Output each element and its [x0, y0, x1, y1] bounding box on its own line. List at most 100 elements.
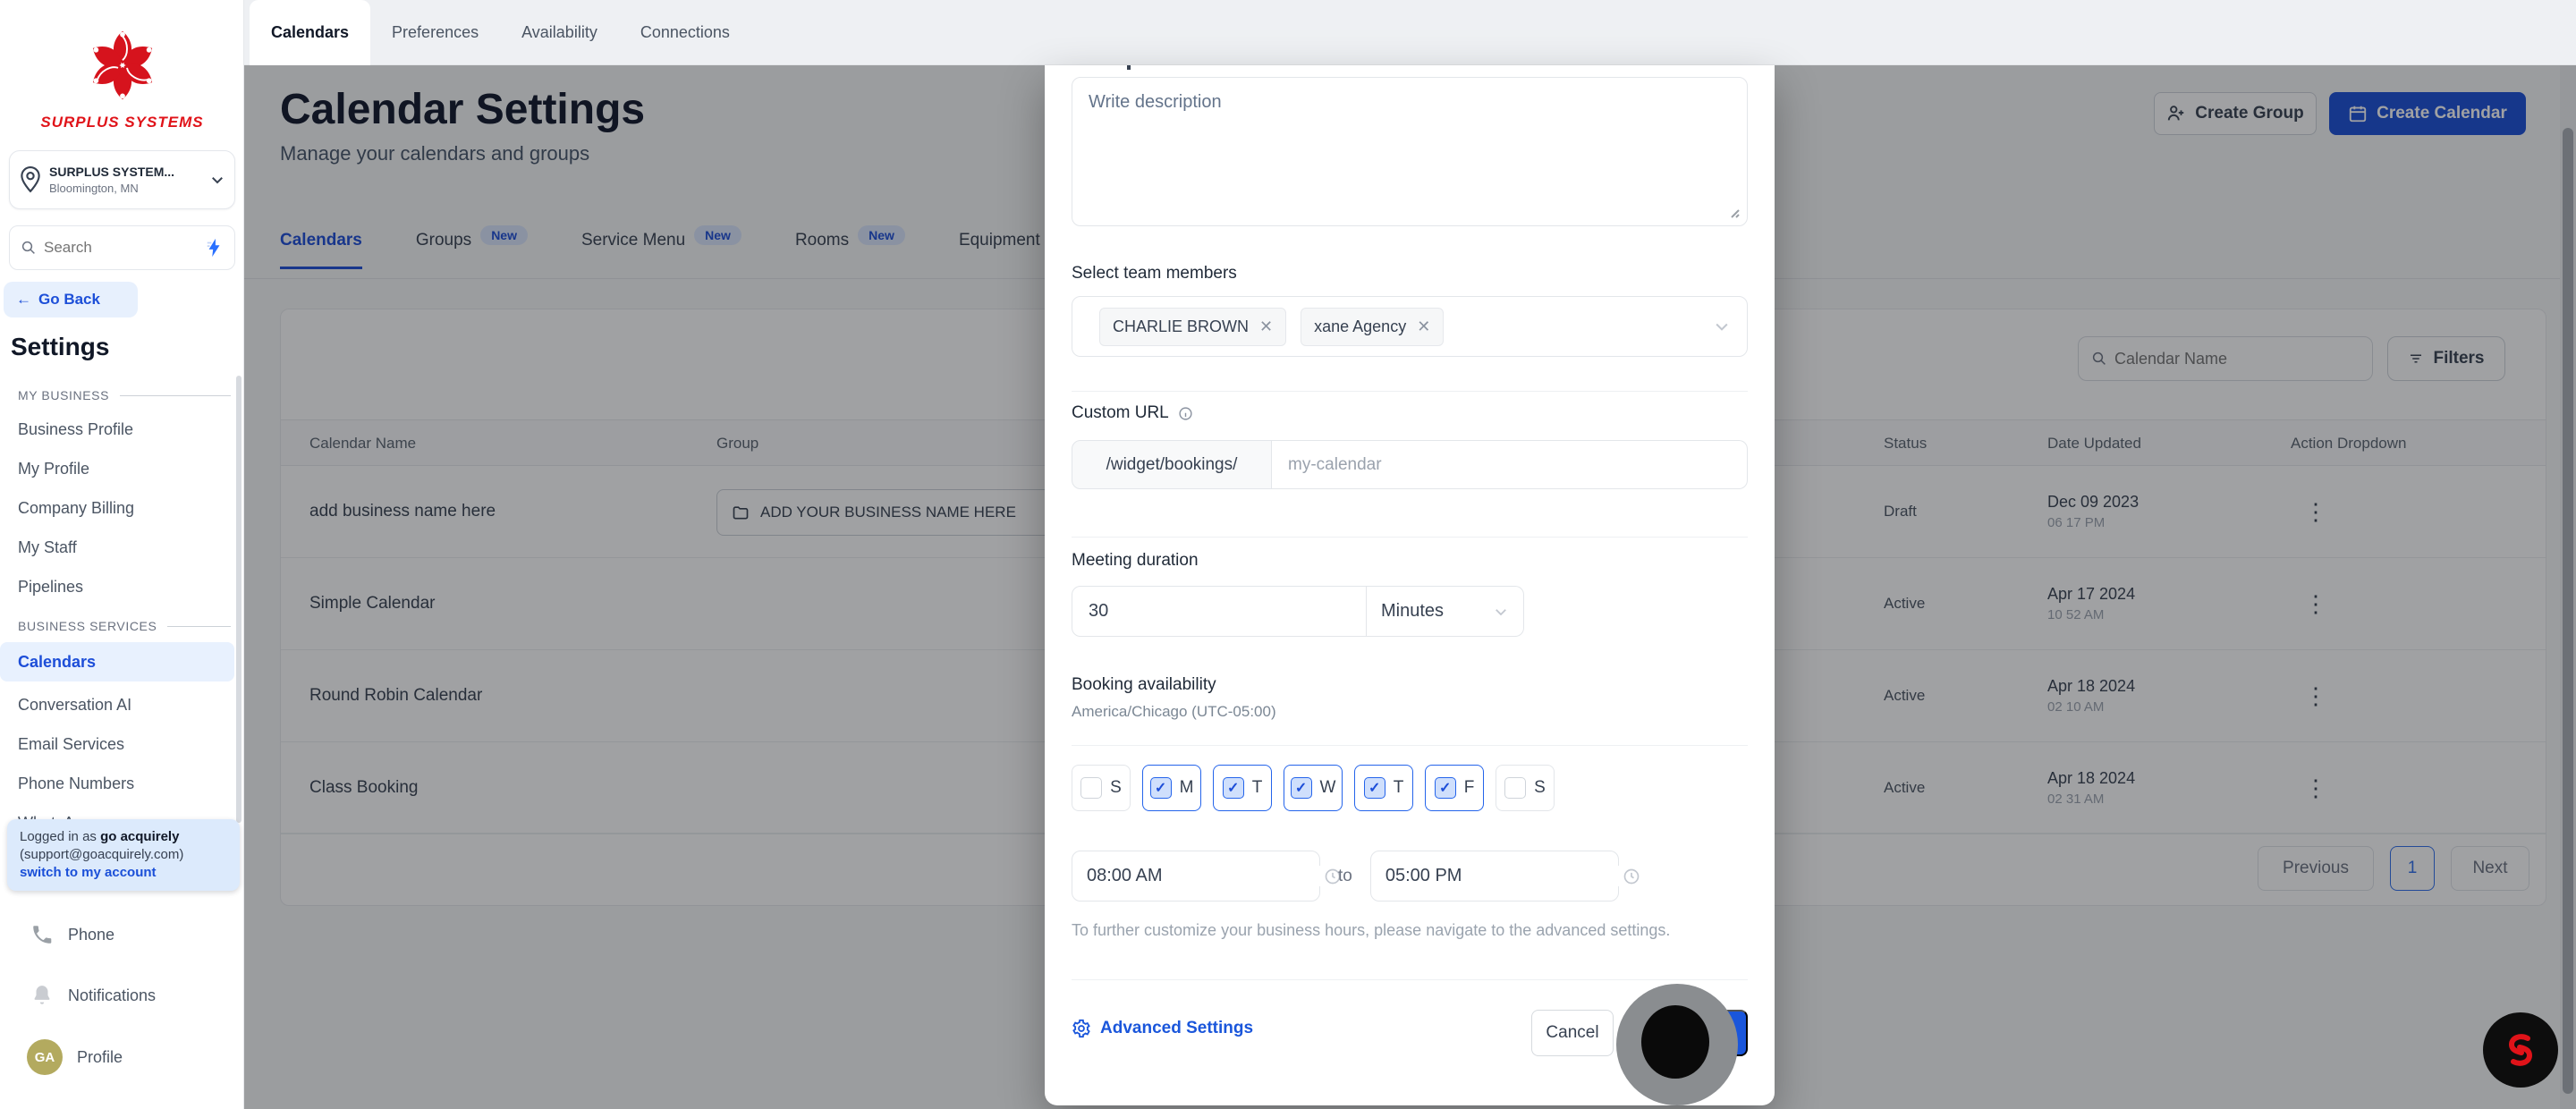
checkbox-icon: ✓: [1290, 777, 1312, 799]
divider: [1072, 745, 1748, 746]
chevron-down-icon: [1493, 604, 1509, 620]
checkbox-icon: ✓: [1504, 777, 1527, 799]
location-switcher[interactable]: SURPLUS SYSTEM... Bloomington, MN: [9, 150, 235, 209]
top-tab-strip: Calendars Preferences Availability Conne…: [244, 0, 2576, 65]
chevron-down-icon: [209, 172, 225, 188]
custom-url-input[interactable]: [1272, 440, 1748, 489]
back-arrow-icon: ←: [16, 291, 31, 308]
chevron-down-icon: [1713, 317, 1731, 335]
sidebar-item-email-services[interactable]: Email Services: [0, 724, 234, 764]
go-back-button[interactable]: ← Go Back: [4, 282, 138, 317]
duration-unit-select[interactable]: Minutes: [1367, 586, 1524, 637]
sidebar-item-calendars[interactable]: Calendars: [0, 642, 234, 681]
bolt-icon: [206, 238, 224, 258]
location-name: SURPLUS SYSTEM...: [49, 165, 175, 179]
custom-url-group: /widget/bookings/: [1072, 440, 1748, 489]
logged-in-tooltip: Logged in as go acquirely (support@goacq…: [7, 819, 240, 891]
top-tab-connections[interactable]: Connections: [619, 0, 751, 65]
day-toggle-saturday[interactable]: ✓S: [1496, 765, 1555, 811]
sidebar: SURPLUS SYSTEMS SURPLUS SYSTEM... Bloomi…: [0, 0, 244, 1109]
remove-chip-icon[interactable]: ✕: [1259, 317, 1273, 336]
info-icon: [1178, 406, 1193, 421]
day-toggle-friday[interactable]: ✓ F: [1425, 765, 1484, 811]
location-city: Bloomington, MN: [49, 182, 139, 195]
notifications-label: Notifications: [68, 986, 157, 1004]
sidebar-scrollbar[interactable]: [236, 376, 242, 823]
sidebar-item-my-profile[interactable]: My Profile: [0, 449, 234, 488]
brand-logo: SURPLUS SYSTEMS: [0, 27, 244, 131]
click-indicator-dot: [1641, 1005, 1709, 1079]
cancel-button[interactable]: Cancel: [1531, 1010, 1614, 1056]
map-pin-icon: [19, 166, 42, 193]
range-separator: to: [1338, 866, 1352, 885]
search-icon: [21, 240, 37, 256]
advanced-settings-label: Advanced Settings: [1100, 1019, 1254, 1037]
bell-icon: [30, 984, 54, 1007]
sidebar-title: Settings: [11, 333, 110, 360]
meeting-duration-label: Meeting duration: [1072, 551, 1199, 570]
end-time-input[interactable]: [1369, 851, 1640, 902]
team-member-chip: CHARLIE BROWN ✕: [1099, 307, 1287, 346]
brand-logo-text: SURPLUS SYSTEMS: [40, 114, 204, 131]
checkbox-icon: ✓: [1222, 777, 1244, 799]
floating-brand-widget-button[interactable]: [2483, 1012, 2558, 1088]
start-time-input[interactable]: [1072, 851, 1341, 902]
divider: [1072, 537, 1748, 538]
phone-label: Phone: [68, 925, 115, 944]
day-toggle-tuesday[interactable]: ✓ T: [1213, 765, 1272, 811]
url-prefix: /widget/bookings/: [1072, 440, 1272, 489]
checkbox-icon: ✓: [1080, 777, 1103, 799]
description-textarea[interactable]: [1072, 77, 1748, 226]
switch-account-link[interactable]: switch to my account: [20, 865, 157, 880]
divider: [1072, 391, 1748, 392]
booking-availability-label: Booking availability: [1072, 675, 1216, 694]
sidebar-item-conversation-ai[interactable]: Conversation AI: [0, 685, 234, 724]
brand-logo-mark: [92, 30, 152, 100]
clock-icon: [1623, 868, 1640, 885]
section-my-business: MY BUSINESS: [18, 388, 231, 402]
resize-handle-icon[interactable]: [1726, 205, 1741, 219]
profile-label: Profile: [77, 1047, 123, 1066]
timezone-label: America/Chicago (UTC-05:00): [1072, 703, 1276, 720]
sidebar-search[interactable]: [9, 225, 235, 270]
app-window: Calendars Preferences Availability Conne…: [0, 0, 2576, 1109]
sidebar-search-input[interactable]: [44, 239, 206, 257]
sidebar-item-phone-numbers[interactable]: Phone Numbers: [0, 764, 234, 803]
sidebar-item-my-staff[interactable]: My Staff: [0, 528, 234, 567]
advanced-settings-link[interactable]: Advanced Settings: [1072, 1019, 1253, 1038]
weekday-picker: ✓S ✓M ✓T ✓W ✓T ✓F ✓S: [1072, 765, 1555, 811]
top-tab-preferences[interactable]: Preferences: [370, 0, 500, 65]
team-member-chip: xane Agency ✕: [1301, 307, 1445, 346]
duration-input[interactable]: [1072, 586, 1367, 637]
checkbox-icon: ✓: [1363, 777, 1385, 799]
sidebar-profile[interactable]: GA Profile: [0, 1039, 244, 1075]
sidebar-item-business-profile[interactable]: Business Profile: [0, 410, 234, 449]
clipped-label-fragment: [1127, 65, 1131, 70]
calendar-create-modal: Select team members CHARLIE BROWN✕ xane …: [1045, 65, 1775, 1105]
brand-s-icon: [2508, 1034, 2533, 1066]
checkbox-icon: ✓: [1434, 777, 1456, 799]
remove-chip-icon[interactable]: ✕: [1417, 317, 1430, 336]
team-members-label: Select team members: [1072, 264, 1237, 283]
sidebar-item-pipelines[interactable]: Pipelines: [0, 567, 234, 606]
phone-icon: [30, 923, 54, 946]
avatar: GA: [27, 1039, 63, 1075]
divider: [1072, 979, 1748, 980]
day-toggle-monday[interactable]: ✓ M: [1142, 765, 1201, 811]
sidebar-item-company-billing[interactable]: Company Billing: [0, 488, 234, 528]
sidebar-notifications[interactable]: Notifications: [0, 984, 244, 1007]
sidebar-phone[interactable]: Phone: [0, 923, 244, 946]
checkbox-icon: ✓: [1149, 777, 1172, 799]
top-tab-availability[interactable]: Availability: [500, 0, 619, 65]
day-toggle-thursday[interactable]: ✓ T: [1354, 765, 1413, 811]
hours-range: to: [1072, 851, 1640, 902]
day-toggle-wednesday[interactable]: ✓ W: [1284, 765, 1343, 811]
hours-note: To further customize your business hours…: [1072, 921, 1671, 939]
team-members-select[interactable]: CHARLIE BROWN ✕ xane Agency ✕: [1072, 296, 1748, 357]
gear-icon: [1072, 1019, 1091, 1038]
duration-group: Minutes: [1072, 586, 1524, 637]
custom-url-label: Custom URL: [1072, 403, 1193, 423]
day-toggle-sunday[interactable]: ✓S: [1072, 765, 1131, 811]
top-tab-calendars[interactable]: Calendars: [250, 0, 371, 65]
section-business-services: BUSINESS SERVICES: [18, 619, 231, 633]
